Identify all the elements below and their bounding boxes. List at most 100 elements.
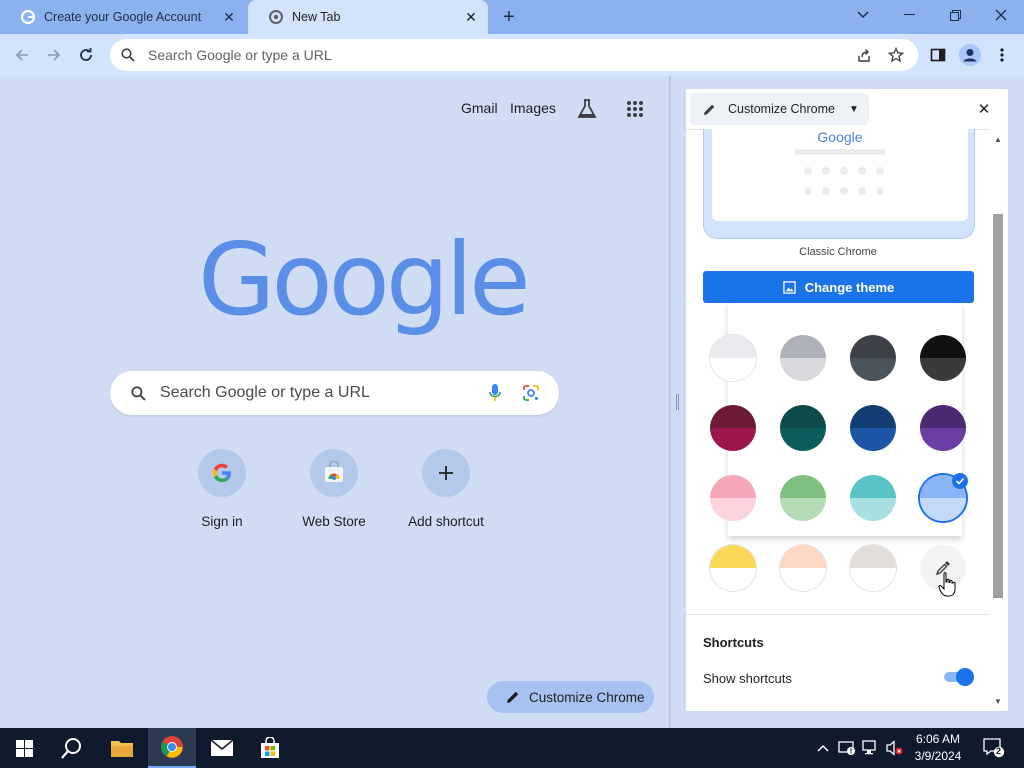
color-swatch-purple[interactable] — [920, 405, 966, 451]
forward-arrow-icon — [48, 49, 61, 61]
swatch-top-half — [850, 545, 896, 568]
swatch-bottom-half — [850, 358, 896, 381]
profile-avatar[interactable] — [958, 43, 982, 67]
chrome-web-store-icon — [310, 449, 358, 497]
microsoft-store-button[interactable] — [246, 728, 294, 768]
swatch-top-half — [920, 335, 966, 358]
tab-title: Create your Google Account — [44, 10, 202, 24]
restore-button[interactable] — [932, 0, 978, 30]
swatch-bottom-half — [920, 498, 966, 521]
gmail-link[interactable]: Gmail — [461, 100, 498, 116]
mail-taskbar-button[interactable] — [198, 728, 246, 768]
side-panel-icon[interactable] — [926, 43, 950, 67]
swatch-bottom-half — [780, 358, 826, 381]
show-hidden-icons-chevron-icon[interactable] — [813, 738, 833, 758]
close-side-panel-button[interactable]: ✕ — [974, 99, 994, 119]
swatch-top-half — [710, 405, 756, 428]
chrome-taskbar-button[interactable] — [148, 728, 196, 768]
network-icon[interactable] — [861, 738, 881, 758]
color-swatch-green[interactable] — [780, 475, 826, 521]
chrome-icon — [161, 736, 183, 758]
bookmark-star-icon[interactable] — [886, 45, 906, 65]
address-bar-placeholder: Search Google or type a URL — [148, 47, 332, 63]
swatch-top-half — [710, 475, 756, 498]
swatch-bottom-half — [710, 428, 756, 451]
customize-chrome-label: Customize Chrome — [529, 689, 645, 705]
color-swatch-grey[interactable] — [780, 335, 826, 381]
color-swatch-burgundy[interactable] — [710, 405, 756, 451]
color-swatch-grey-light[interactable] — [710, 335, 756, 381]
plus-icon — [422, 449, 470, 497]
tab-title: New Tab — [292, 10, 341, 24]
more-menu-icon[interactable] — [990, 43, 1014, 67]
color-swatch-black[interactable] — [920, 335, 966, 381]
color-swatch-yellow[interactable] — [710, 545, 756, 591]
customize-chrome-button[interactable]: Customize Chrome — [487, 681, 654, 713]
pencil-icon — [702, 102, 716, 116]
store-bag-icon — [261, 737, 279, 758]
new-tab-button[interactable]: + — [497, 5, 521, 29]
swatch-top-half — [850, 475, 896, 498]
volume-muted-icon[interactable] — [885, 738, 905, 758]
file-explorer-button[interactable] — [98, 728, 146, 768]
side-panel-selector[interactable]: Customize Chrome ▼ — [690, 93, 869, 125]
windows-start-button[interactable] — [0, 728, 48, 768]
toggle-knob — [956, 668, 974, 686]
swatch-bottom-half — [850, 498, 896, 521]
color-swatch-beige[interactable] — [850, 545, 896, 591]
side-panel-header: Customize Chrome ▼ ✕ — [686, 89, 1008, 129]
image-icon — [783, 280, 797, 294]
google-apps-grid-icon[interactable] — [626, 100, 644, 118]
forward-button[interactable] — [42, 43, 66, 67]
labs-flask-icon[interactable] — [576, 98, 598, 120]
close-window-button[interactable] — [978, 0, 1024, 30]
swatch-bottom-half — [710, 498, 756, 521]
tab-new-tab[interactable]: New Tab ✕ — [248, 0, 488, 34]
google-logo: Google — [198, 221, 531, 338]
shortcut-sign-in[interactable]: Sign in — [166, 449, 278, 529]
color-swatch-navy[interactable] — [850, 405, 896, 451]
new-tab-page: Gmail Images Google Search Google or typ… — [0, 76, 670, 728]
color-swatch-pink[interactable] — [710, 475, 756, 521]
reload-icon — [80, 48, 92, 61]
taskbar-search-button[interactable] — [48, 728, 96, 768]
shortcut-web-store[interactable]: Web Store — [278, 449, 390, 529]
ntp-search-placeholder: Search Google or type a URL — [160, 384, 370, 401]
color-swatch-peach[interactable] — [780, 545, 826, 591]
shortcut-add-shortcut[interactable]: Add shortcut — [390, 449, 502, 529]
show-shortcuts-toggle[interactable] — [942, 668, 974, 686]
taskbar-clock[interactable]: 6:06 AM 3/9/2024 — [908, 731, 968, 765]
preview-shortcut — [840, 187, 848, 195]
color-swatch-aqua[interactable] — [850, 475, 896, 521]
images-link[interactable]: Images — [510, 100, 556, 116]
address-bar[interactable]: Search Google or type a URL — [110, 39, 918, 71]
dropdown-caret-icon: ▼ — [848, 103, 859, 115]
search-icon — [61, 738, 81, 759]
change-theme-button[interactable]: Change theme — [703, 271, 974, 303]
minimize-button[interactable] — [886, 0, 932, 30]
side-panel-title: Customize Chrome — [728, 102, 835, 116]
close-tab-icon[interactable]: ✕ — [218, 6, 240, 28]
side-panel-resize-handle[interactable] — [676, 394, 680, 410]
color-swatch-dark-slate[interactable] — [850, 335, 896, 381]
preview-shortcut — [822, 167, 830, 175]
close-tab-icon[interactable]: ✕ — [460, 6, 482, 28]
action-center-notifications-icon[interactable]: 2 — [983, 738, 1005, 758]
scroll-down-arrow-icon[interactable]: ▼ — [990, 694, 1006, 708]
google-lens-icon[interactable] — [521, 383, 541, 403]
reload-button[interactable] — [74, 43, 98, 67]
scroll-up-arrow-icon[interactable]: ▲ — [990, 132, 1006, 146]
side-panel-scrollbar[interactable]: ▲ ▼ — [990, 130, 1006, 710]
ntp-search-box[interactable]: Search Google or type a URL — [110, 371, 559, 415]
preview-google-logo: Google — [817, 129, 863, 145]
hand-pointer-cursor-icon — [938, 572, 956, 598]
tab-search-chevron-icon[interactable] — [840, 0, 886, 30]
preview-shortcut — [840, 167, 848, 175]
scrollbar-thumb[interactable] — [993, 214, 1003, 598]
color-swatch-dark-teal[interactable] — [780, 405, 826, 451]
voice-search-mic-icon[interactable] — [485, 383, 505, 403]
tab-create-google-account[interactable]: Create your Google Account ✕ — [0, 0, 246, 34]
back-button[interactable] — [10, 43, 34, 67]
share-icon[interactable] — [854, 45, 874, 65]
security-alert-icon[interactable] — [837, 738, 857, 758]
